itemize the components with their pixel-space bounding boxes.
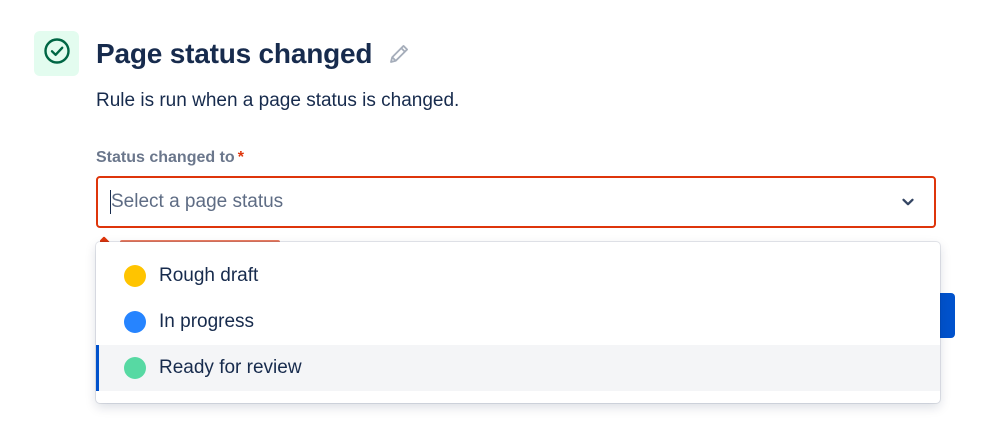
green-status-dot-icon xyxy=(124,357,146,379)
pencil-icon[interactable] xyxy=(386,41,412,67)
check-circle-icon xyxy=(43,37,71,70)
trigger-description: Rule is run when a page status is change… xyxy=(96,90,460,111)
status-field-label: Status changed to * xyxy=(96,149,244,167)
select-placeholder: Select a page status xyxy=(111,191,284,212)
trigger-icon-badge xyxy=(34,31,79,76)
status-option-rough-draft[interactable]: Rough draft xyxy=(96,253,940,299)
yellow-status-dot-icon xyxy=(124,265,146,287)
page-title: Page status changed xyxy=(96,38,373,69)
status-option-in-progress[interactable]: In progress xyxy=(96,299,940,345)
title-row: Page status changed xyxy=(96,34,412,74)
option-label: Ready for review xyxy=(159,357,302,378)
page-status-select[interactable]: Select a page status xyxy=(96,176,936,228)
status-field-label-text: Status changed to xyxy=(96,149,235,166)
blue-status-dot-icon xyxy=(124,311,146,333)
status-dropdown-menu: Rough draft In progress Ready for review xyxy=(96,242,940,403)
rule-trigger-panel: Page status changed Rule is run when a p… xyxy=(0,0,999,431)
status-option-ready-for-review[interactable]: Ready for review xyxy=(96,345,940,391)
option-label: Rough draft xyxy=(159,265,259,286)
required-marker: * xyxy=(237,149,244,166)
chevron-down-icon[interactable] xyxy=(888,197,928,207)
option-label: In progress xyxy=(159,311,255,332)
